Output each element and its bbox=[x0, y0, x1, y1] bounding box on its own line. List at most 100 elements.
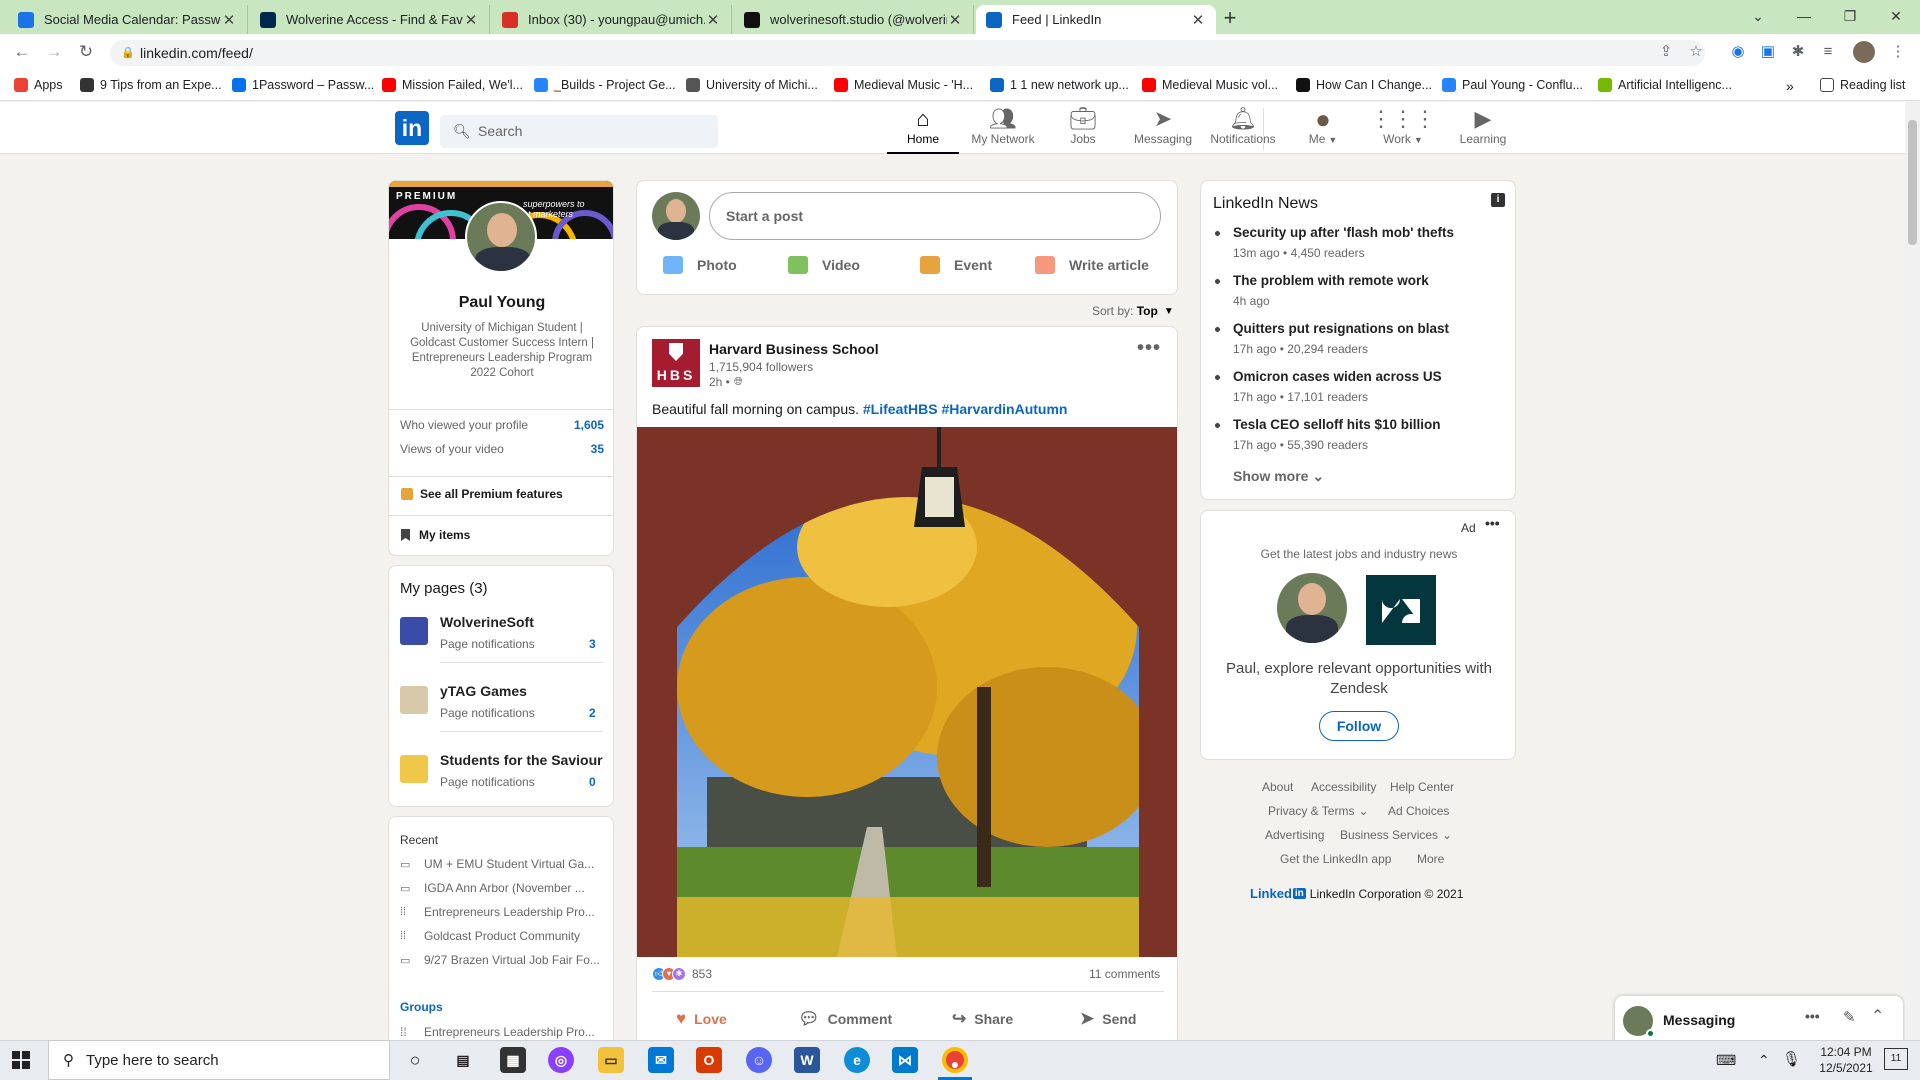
stat-video-views[interactable]: Views of your video 35 bbox=[400, 442, 604, 466]
nav-item-messaging[interactable]: ➤ Messaging bbox=[1123, 106, 1203, 154]
media-icon[interactable]: ≡ bbox=[1816, 40, 1840, 64]
nav-item-work[interactable]: ⋮⋮⋮ Work ▼ bbox=[1363, 106, 1443, 154]
send-button[interactable]: ➤ Send bbox=[1080, 1006, 1136, 1032]
info-icon[interactable]: i bbox=[1491, 193, 1505, 207]
word-icon[interactable]: W bbox=[794, 1047, 820, 1073]
ad-more-icon[interactable]: ••• bbox=[1485, 515, 1500, 531]
bookmark-item[interactable]: 1 1 new network up... bbox=[990, 78, 1129, 92]
browser-menu-icon[interactable]: ⋮ bbox=[1886, 40, 1910, 64]
extension-screen-icon[interactable]: ▣ bbox=[1756, 40, 1780, 64]
reload-icon[interactable]: ↻ bbox=[74, 40, 98, 64]
new-tab-button[interactable]: + bbox=[1216, 5, 1244, 31]
sort-dropdown[interactable]: Sort by: Top ▼ bbox=[1092, 304, 1174, 318]
profile-name[interactable]: Paul Young bbox=[389, 294, 613, 312]
recent-item[interactable]: ⁞⁞ Entrepreneurs Leadership Pro... bbox=[400, 905, 595, 919]
scrollbar-thumb[interactable] bbox=[1908, 120, 1917, 245]
composer-avatar[interactable] bbox=[652, 192, 700, 240]
nav-item-jobs[interactable]: 💼︎ Jobs bbox=[1043, 106, 1123, 154]
show-hidden-icons-chevron[interactable]: ⌃ bbox=[1758, 1052, 1770, 1069]
compose-message-icon[interactable]: ✎ bbox=[1843, 1008, 1856, 1026]
close-tab-icon[interactable]: ✕ bbox=[705, 11, 721, 29]
search-input[interactable]: 🔍︎ Search bbox=[440, 115, 718, 148]
footer-link[interactable]: Business Services ⌄ bbox=[1340, 828, 1452, 842]
reading-list-button[interactable]: Reading list bbox=[1820, 78, 1905, 92]
footer-link[interactable]: Ad Choices bbox=[1388, 804, 1449, 818]
profile-avatar-icon[interactable] bbox=[1852, 40, 1876, 64]
recent-item[interactable]: ▭ IGDA Ann Arbor (November ... bbox=[400, 881, 585, 895]
post-author-logo[interactable]: HBS bbox=[652, 339, 700, 387]
nav-item-home[interactable]: ⌂ Home bbox=[883, 106, 963, 154]
close-tab-icon[interactable]: ✕ bbox=[221, 11, 237, 29]
bookmark-item[interactable]: Medieval Music - 'H... bbox=[834, 78, 973, 92]
premium-features-link[interactable]: See all Premium features bbox=[401, 487, 563, 501]
close-tab-icon[interactable]: ✕ bbox=[463, 11, 479, 29]
comments-count[interactable]: 11 comments bbox=[1089, 967, 1160, 981]
recent-item[interactable]: ⁞⁞ Goldcast Product Community bbox=[400, 929, 580, 943]
extension-1password-icon[interactable]: ◉ bbox=[1726, 40, 1750, 64]
recent-item[interactable]: ▭ 9/27 Brazen Virtual Job Fair Fo... bbox=[400, 953, 600, 967]
groups-title[interactable]: Groups bbox=[400, 1000, 443, 1014]
news-headline[interactable]: Security up after 'flash mob' thefts bbox=[1233, 225, 1454, 240]
stat-profile-views[interactable]: Who viewed your profile 1,605 bbox=[400, 418, 604, 442]
bookmark-item[interactable]: Apps bbox=[14, 78, 63, 92]
taskbar-clock[interactable]: 12:04 PM 12/5/2021 bbox=[1810, 1044, 1882, 1076]
back-icon[interactable]: ← bbox=[10, 40, 34, 64]
page-name[interactable]: Students for the Saviour bbox=[440, 752, 603, 768]
bookmark-item[interactable]: _Builds - Project Ge... bbox=[534, 78, 676, 92]
page-name[interactable]: WolverineSoft bbox=[440, 614, 534, 630]
footer-link[interactable]: Advertising bbox=[1265, 828, 1324, 842]
browser-tab[interactable]: Feed | LinkedIn ✕ bbox=[976, 5, 1216, 34]
page-logo-icon[interactable] bbox=[400, 617, 428, 645]
page-logo-icon[interactable] bbox=[400, 755, 428, 783]
footer-link[interactable]: About bbox=[1262, 780, 1293, 794]
footer-link[interactable]: Accessibility bbox=[1311, 780, 1376, 794]
page-scrollbar[interactable] bbox=[1905, 102, 1920, 1040]
news-headline[interactable]: Tesla CEO selloff hits $10 billion bbox=[1233, 417, 1441, 432]
browser-tab[interactable]: Social Media Calendar: Password ✕ bbox=[8, 5, 248, 34]
taskbar-search-box[interactable]: ⚲ Type here to search bbox=[48, 1040, 390, 1080]
share-icon[interactable]: ⇪ bbox=[1654, 40, 1678, 64]
cortana-icon[interactable]: ○ bbox=[402, 1047, 428, 1073]
office-icon[interactable]: O bbox=[696, 1047, 722, 1073]
share-button[interactable]: ↪ Share bbox=[952, 1006, 1013, 1032]
keyboard-icon[interactable]: ⌨ bbox=[1716, 1052, 1736, 1069]
news-headline[interactable]: Quitters put resignations on blast bbox=[1233, 321, 1449, 336]
profile-avatar[interactable] bbox=[465, 201, 537, 273]
follow-button[interactable]: Follow bbox=[1319, 711, 1399, 741]
photo-button[interactable]: Photo bbox=[663, 253, 737, 277]
expand-chevron-icon[interactable]: ⌃ bbox=[1871, 1006, 1884, 1026]
bookmark-item[interactable]: 1Password – Passw... bbox=[232, 78, 374, 92]
love-button[interactable]: ♥ Love bbox=[676, 1006, 727, 1032]
messaging-bar[interactable]: Messaging ••• ✎ ⌃ bbox=[1615, 996, 1903, 1044]
bookmark-star-icon[interactable]: ☆ bbox=[1684, 40, 1708, 64]
news-headline[interactable]: Omicron cases widen across US bbox=[1233, 369, 1442, 384]
footer-link[interactable]: Help Center bbox=[1390, 780, 1454, 794]
address-bar[interactable]: 🔒 linkedin.com/feed/ bbox=[110, 40, 1705, 66]
close-window-button[interactable]: ✕ bbox=[1876, 4, 1916, 28]
minimize-button[interactable]: — bbox=[1784, 4, 1824, 28]
page-notification-count[interactable]: 3 bbox=[589, 637, 596, 651]
store-icon[interactable]: ▦ bbox=[500, 1047, 526, 1073]
podcast-app-icon[interactable]: ◎ bbox=[548, 1047, 574, 1073]
mail-icon[interactable]: ✉ bbox=[648, 1047, 674, 1073]
maximize-button[interactable]: ❐ bbox=[1830, 4, 1870, 28]
bookmark-item[interactable]: Artificial Intelligenc... bbox=[1598, 78, 1732, 92]
microphone-icon[interactable]: 🎙︎ bbox=[1782, 1050, 1801, 1068]
post-hashtags[interactable]: #LifeatHBS #HarvardinAutumn bbox=[863, 401, 1068, 417]
notification-center-icon[interactable]: 11 bbox=[1884, 1048, 1908, 1070]
nav-item-my-network[interactable]: 👥︎ My Network bbox=[963, 106, 1043, 154]
nav-item-learning[interactable]: ▶ Learning bbox=[1443, 106, 1523, 154]
page-notification-count[interactable]: 0 bbox=[589, 775, 596, 789]
task-view-icon[interactable]: ▤ bbox=[450, 1047, 476, 1073]
start-post-input[interactable]: Start a post bbox=[709, 192, 1161, 240]
my-items-link[interactable]: My items bbox=[401, 528, 470, 542]
news-headline[interactable]: The problem with remote work bbox=[1233, 273, 1429, 288]
bookmark-item[interactable]: 9 Tips from an Expe... bbox=[80, 78, 222, 92]
extensions-puzzle-icon[interactable]: ✱ bbox=[1786, 40, 1810, 64]
comment-button[interactable]: 💬︎ Comment bbox=[798, 1006, 892, 1032]
windows-start-icon[interactable] bbox=[12, 1051, 30, 1069]
recent-item[interactable]: ▭ UM + EMU Student Virtual Ga... bbox=[400, 857, 594, 871]
video-button[interactable]: Video bbox=[788, 253, 860, 277]
bookmark-item[interactable]: Paul Young - Conflu... bbox=[1442, 78, 1583, 92]
footer-link[interactable]: More bbox=[1417, 852, 1444, 866]
